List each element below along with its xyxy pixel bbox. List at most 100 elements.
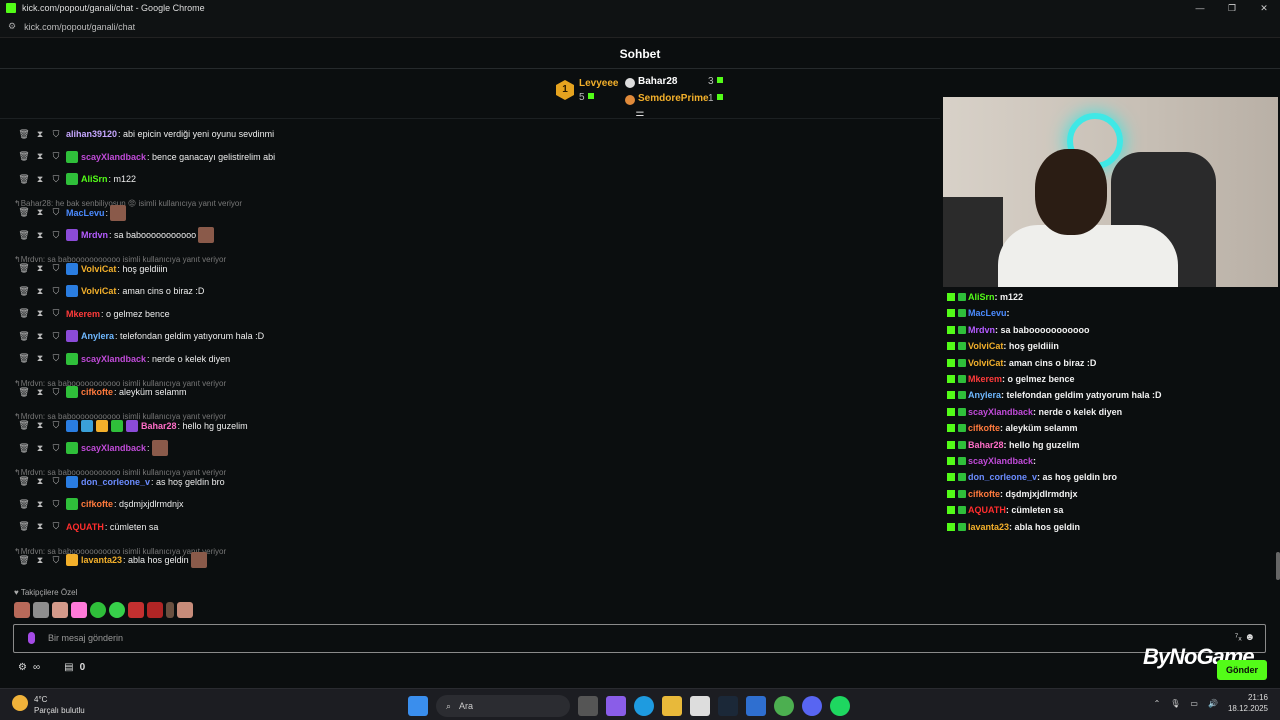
- username[interactable]: MacLevu: [66, 208, 105, 218]
- chat-input-box[interactable]: Bir mesaj gönderin ⁷ₓ ☻: [13, 624, 1266, 653]
- username[interactable]: scayXlandback: [81, 354, 146, 364]
- ban-icon[interactable]: ⛉: [50, 129, 62, 140]
- username[interactable]: Bahar28: [141, 421, 177, 431]
- emote-8[interactable]: [147, 602, 163, 618]
- timeout-icon[interactable]: ⧗: [34, 499, 46, 510]
- emote-6[interactable]: [109, 602, 125, 618]
- address-bar[interactable]: ⚙ kick.com/popout/ganali/chat: [0, 16, 1280, 38]
- expand-leaderboard-icon[interactable]: ☰: [634, 111, 646, 122]
- trash-icon[interactable]: 🗑: [18, 443, 30, 454]
- send-button[interactable]: Gönder: [1217, 660, 1267, 680]
- chat-message[interactable]: 🗑 ⧗ ⛉ scayXlandback: bence ganacayı gelisti…: [18, 148, 275, 166]
- chat-input-placeholder[interactable]: Bir mesaj gönderin: [48, 633, 123, 643]
- trash-icon[interactable]: 🗑: [18, 353, 30, 364]
- username[interactable]: VolviCat: [81, 264, 116, 274]
- task-view-icon[interactable]: [578, 696, 598, 716]
- leader-3-name[interactable]: SemdorePrime: [638, 93, 709, 104]
- microphone-icon[interactable]: [28, 632, 35, 644]
- emote-bar[interactable]: [14, 602, 193, 618]
- ban-icon[interactable]: ⛉: [50, 555, 62, 566]
- chat-message[interactable]: 🗑 ⧗ ⛉ Mkerem: o gelmez bence: [18, 305, 169, 323]
- trash-icon[interactable]: 🗑: [18, 207, 30, 218]
- ban-icon[interactable]: ⛉: [50, 230, 62, 241]
- emote-10[interactable]: [177, 602, 193, 618]
- url-text[interactable]: kick.com/popout/ganali/chat: [24, 22, 135, 32]
- chat-message[interactable]: 🗑 ⧗ ⛉ scayXlandback: nerde o kelek diyen: [18, 350, 230, 368]
- timeout-icon[interactable]: ⧗: [34, 207, 46, 218]
- username[interactable]: Mrdvn: [81, 230, 108, 240]
- ban-icon[interactable]: ⛉: [50, 151, 62, 162]
- volume-icon[interactable]: 🔊: [1208, 699, 1218, 708]
- chat-message-list[interactable]: 🗑 ⧗ ⛉ alihan39120: abi epicin verdiği yeni …: [0, 122, 940, 592]
- mic-tray-icon[interactable]: 🎙: [1170, 699, 1180, 708]
- ban-icon[interactable]: ⛉: [50, 263, 62, 274]
- ban-icon[interactable]: ⛉: [50, 387, 62, 398]
- username[interactable]: alihan39120: [66, 129, 117, 139]
- chat-message[interactable]: 🗑 ⧗ ⛉ don_corleone_v: as hoş geldin bro: [18, 473, 225, 491]
- username[interactable]: scayXlandback: [81, 152, 146, 162]
- settings-icon[interactable]: ⚙: [18, 662, 27, 673]
- username[interactable]: Anylera: [81, 331, 114, 341]
- ban-icon[interactable]: ⛉: [50, 476, 62, 487]
- chat-message[interactable]: 🗑 ⧗ ⛉ cifkofte: aleyküm selamm: [18, 383, 187, 401]
- username[interactable]: AQUATH: [66, 522, 104, 532]
- timeout-icon[interactable]: ⧗: [34, 129, 46, 140]
- trash-icon[interactable]: 🗑: [18, 555, 30, 566]
- copilot-icon[interactable]: [606, 696, 626, 716]
- chat-message[interactable]: 🗑 ⧗ ⛉ Bahar28: hello hg guzelim: [18, 417, 248, 435]
- site-info-icon[interactable]: ⚙: [8, 21, 16, 32]
- chat-message[interactable]: 🗑 ⧗ ⛉ scayXlandback:: [18, 439, 168, 457]
- chat-message[interactable]: 🗑 ⧗ ⛉ alihan39120: abi epicin verdiği yeni …: [18, 125, 274, 143]
- timeout-icon[interactable]: ⧗: [34, 263, 46, 274]
- username[interactable]: cifkofte: [81, 387, 113, 397]
- timeout-icon[interactable]: ⧗: [34, 286, 46, 297]
- ban-icon[interactable]: ⛉: [50, 499, 62, 510]
- ban-icon[interactable]: ⛉: [50, 207, 62, 218]
- chat-message[interactable]: 🗑 ⧗ ⛉ AQUATH: cümleten sa: [18, 518, 158, 536]
- trash-icon[interactable]: 🗑: [18, 499, 30, 510]
- username[interactable]: Mkerem: [66, 309, 100, 319]
- chevron-up-icon[interactable]: ⌃: [1154, 699, 1161, 708]
- scrollbar[interactable]: [1276, 552, 1280, 580]
- ban-icon[interactable]: ⛉: [50, 174, 62, 185]
- chat-message[interactable]: 🗑 ⧗ ⛉ VolviCat: hoş geldiiin: [18, 260, 167, 278]
- trash-icon[interactable]: 🗑: [18, 308, 30, 319]
- discord-icon[interactable]: [802, 696, 822, 716]
- system-tray[interactable]: ⌃ 🎙 ▭ 🔊 21:16 18.12.2025: [1154, 692, 1268, 714]
- trash-icon[interactable]: 🗑: [18, 263, 30, 274]
- gift-box-icon[interactable]: ▤: [64, 662, 73, 673]
- timeout-icon[interactable]: ⧗: [34, 230, 46, 241]
- start-button[interactable]: [408, 696, 428, 716]
- username[interactable]: VolviCat: [81, 286, 116, 296]
- trash-icon[interactable]: 🗑: [18, 151, 30, 162]
- trash-icon[interactable]: 🗑: [18, 174, 30, 185]
- timeout-icon[interactable]: ⧗: [34, 443, 46, 454]
- ban-icon[interactable]: ⛉: [50, 443, 62, 454]
- trash-icon[interactable]: 🗑: [18, 420, 30, 431]
- trash-icon[interactable]: 🗑: [18, 331, 30, 342]
- spotify-icon[interactable]: [830, 696, 850, 716]
- ban-icon[interactable]: ⛉: [50, 521, 62, 532]
- chrome-icon[interactable]: [774, 696, 794, 716]
- minimize-button[interactable]: —: [1184, 0, 1216, 16]
- timeout-icon[interactable]: ⧗: [34, 151, 46, 162]
- trash-icon[interactable]: 🗑: [18, 286, 30, 297]
- restore-button[interactable]: ❐: [1216, 0, 1248, 16]
- close-button[interactable]: ✕: [1248, 0, 1280, 16]
- chat-message[interactable]: 🗑 ⧗ ⛉ Anylera: telefondan geldim yatıyorum …: [18, 327, 264, 345]
- username[interactable]: lavanta23: [81, 555, 122, 565]
- timeout-icon[interactable]: ⧗: [34, 331, 46, 342]
- timeout-icon[interactable]: ⧗: [34, 521, 46, 532]
- chat-message[interactable]: 🗑 ⧗ ⛉ VolviCat: aman cins o biraz :D: [18, 282, 204, 300]
- timeout-icon[interactable]: ⧗: [34, 387, 46, 398]
- trash-icon[interactable]: 🗑: [18, 129, 30, 140]
- username[interactable]: don_corleone_v: [81, 477, 150, 487]
- timeout-icon[interactable]: ⧗: [34, 555, 46, 566]
- mail-icon[interactable]: [746, 696, 766, 716]
- emote-9[interactable]: [166, 602, 174, 618]
- chat-message[interactable]: 🗑 ⧗ ⛉ MacLevu:: [18, 204, 127, 222]
- network-icon[interactable]: ▭: [1190, 699, 1198, 708]
- file-explorer-icon[interactable]: [662, 696, 682, 716]
- emoji-picker-icon[interactable]: ⁷ₓ ☻: [1235, 632, 1255, 643]
- chat-message[interactable]: 🗑 ⧗ ⛉ cifkofte: dşdmjxjdlrmdnjx: [18, 495, 184, 513]
